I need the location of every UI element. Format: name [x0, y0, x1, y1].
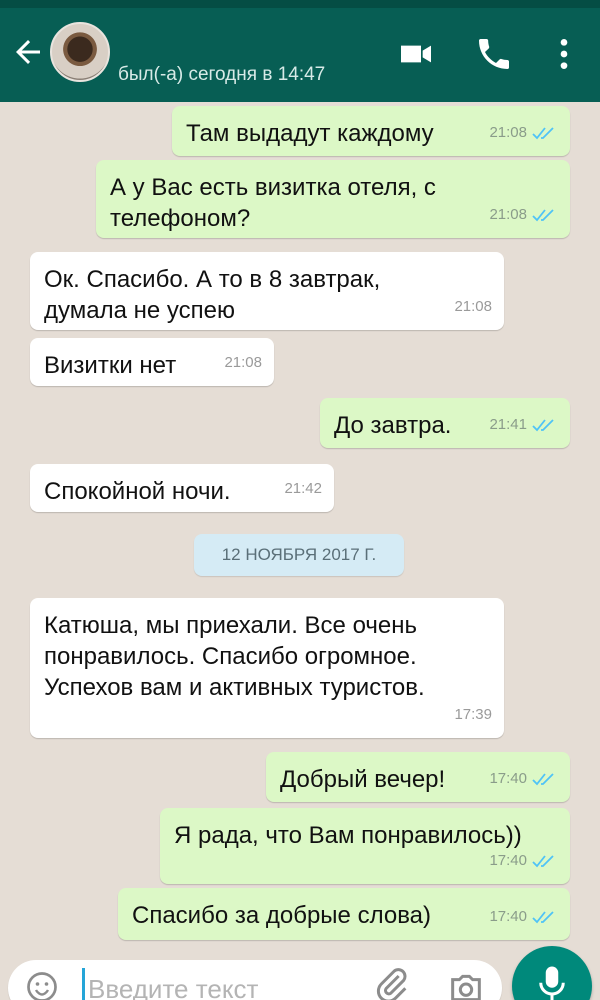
message-text: Добрый вечер! [280, 766, 446, 793]
message-text: Спокойной ночи. [44, 478, 231, 505]
message-time: 21:42 [284, 480, 322, 497]
video-call-icon[interactable] [396, 34, 436, 74]
message-bubble-incoming[interactable]: Ок. Спасибо. А то в 8 завтрак, думала не… [30, 252, 504, 330]
status-bar [0, 0, 600, 8]
message-time: 17:39 [454, 706, 492, 723]
attach-icon[interactable] [372, 966, 412, 1000]
message-time: 17:40 [489, 852, 527, 869]
mic-icon [539, 966, 565, 1000]
read-ticks-icon [532, 126, 554, 139]
message-meta: 21:41 [489, 409, 558, 440]
back-arrow-icon[interactable] [10, 34, 46, 70]
message-meta: 17:40 [489, 901, 558, 932]
message-bubble-incoming[interactable]: Спокойной ночи. 21:42 [30, 464, 334, 512]
message-text: А у Вас есть визитка отеля, с телефоном? [110, 174, 436, 232]
emoji-icon[interactable] [24, 969, 60, 1000]
message-meta: 17:39 [454, 699, 492, 730]
message-meta: 21:08 [224, 347, 262, 378]
message-text: Ок. Спасибо. А то в 8 завтрак, думала не… [44, 266, 381, 324]
message-time: 21:08 [489, 124, 527, 141]
chat-header: был(-а) сегодня в 14:47 [0, 8, 600, 102]
message-time: 21:08 [224, 354, 262, 371]
text-cursor [82, 968, 85, 1000]
read-ticks-icon [532, 208, 554, 221]
message-text: Визитки нет [44, 352, 177, 379]
message-meta: 17:40 [489, 845, 558, 876]
message-bubble-outgoing[interactable]: Там выдадут каждому 21:08 [172, 106, 570, 156]
read-ticks-icon [532, 854, 554, 867]
mic-button[interactable] [512, 946, 592, 1000]
message-composer: Введите текст [0, 944, 600, 1000]
phone-icon[interactable] [474, 34, 514, 74]
message-time: 17:40 [489, 908, 527, 925]
message-text: До завтра. [334, 412, 452, 439]
avatar[interactable] [50, 22, 110, 82]
chat-area[interactable]: Там выдадут каждому 21:08 А у Вас есть в… [0, 102, 600, 944]
camera-icon[interactable] [446, 968, 486, 1000]
more-vert-icon[interactable] [544, 34, 584, 74]
message-placeholder[interactable]: Введите текст [88, 974, 258, 1000]
read-ticks-icon [532, 418, 554, 431]
message-bubble-outgoing[interactable]: До завтра. 21:41 [320, 398, 570, 448]
message-text: Там выдадут каждому [186, 120, 434, 147]
message-time: 17:40 [489, 770, 527, 787]
message-time: 21:08 [489, 206, 527, 223]
message-bubble-incoming[interactable]: Визитки нет 21:08 [30, 338, 274, 386]
message-time: 21:41 [489, 416, 527, 433]
read-ticks-icon [532, 772, 554, 785]
message-text: Спасибо за добрые слова) [132, 902, 432, 929]
date-separator: 12 НОЯБРЯ 2017 Г. [194, 534, 404, 576]
message-meta: 17:40 [489, 763, 558, 794]
message-bubble-outgoing[interactable]: Спасибо за добрые слова) 17:40 [118, 888, 570, 940]
read-ticks-icon [532, 910, 554, 923]
message-bubble-outgoing[interactable]: А у Вас есть визитка отеля, с телефоном?… [96, 160, 570, 238]
message-meta: 21:42 [284, 473, 322, 504]
message-bubble-outgoing[interactable]: Добрый вечер! 17:40 [266, 752, 570, 802]
message-text: Катюша, мы приехали. Все очень понравило… [44, 612, 425, 701]
message-meta: 21:08 [489, 117, 558, 148]
message-meta: 21:08 [454, 291, 492, 322]
message-time: 21:08 [454, 298, 492, 315]
message-bubble-incoming[interactable]: Катюша, мы приехали. Все очень понравило… [30, 598, 504, 738]
message-text: Я рада, что Вам понравилось)) [174, 822, 522, 849]
contact-status[interactable]: был(-а) сегодня в 14:47 [118, 64, 325, 86]
message-bubble-outgoing[interactable]: Я рада, что Вам понравилось)) 17:40 [160, 808, 570, 884]
message-meta: 21:08 [489, 199, 558, 230]
